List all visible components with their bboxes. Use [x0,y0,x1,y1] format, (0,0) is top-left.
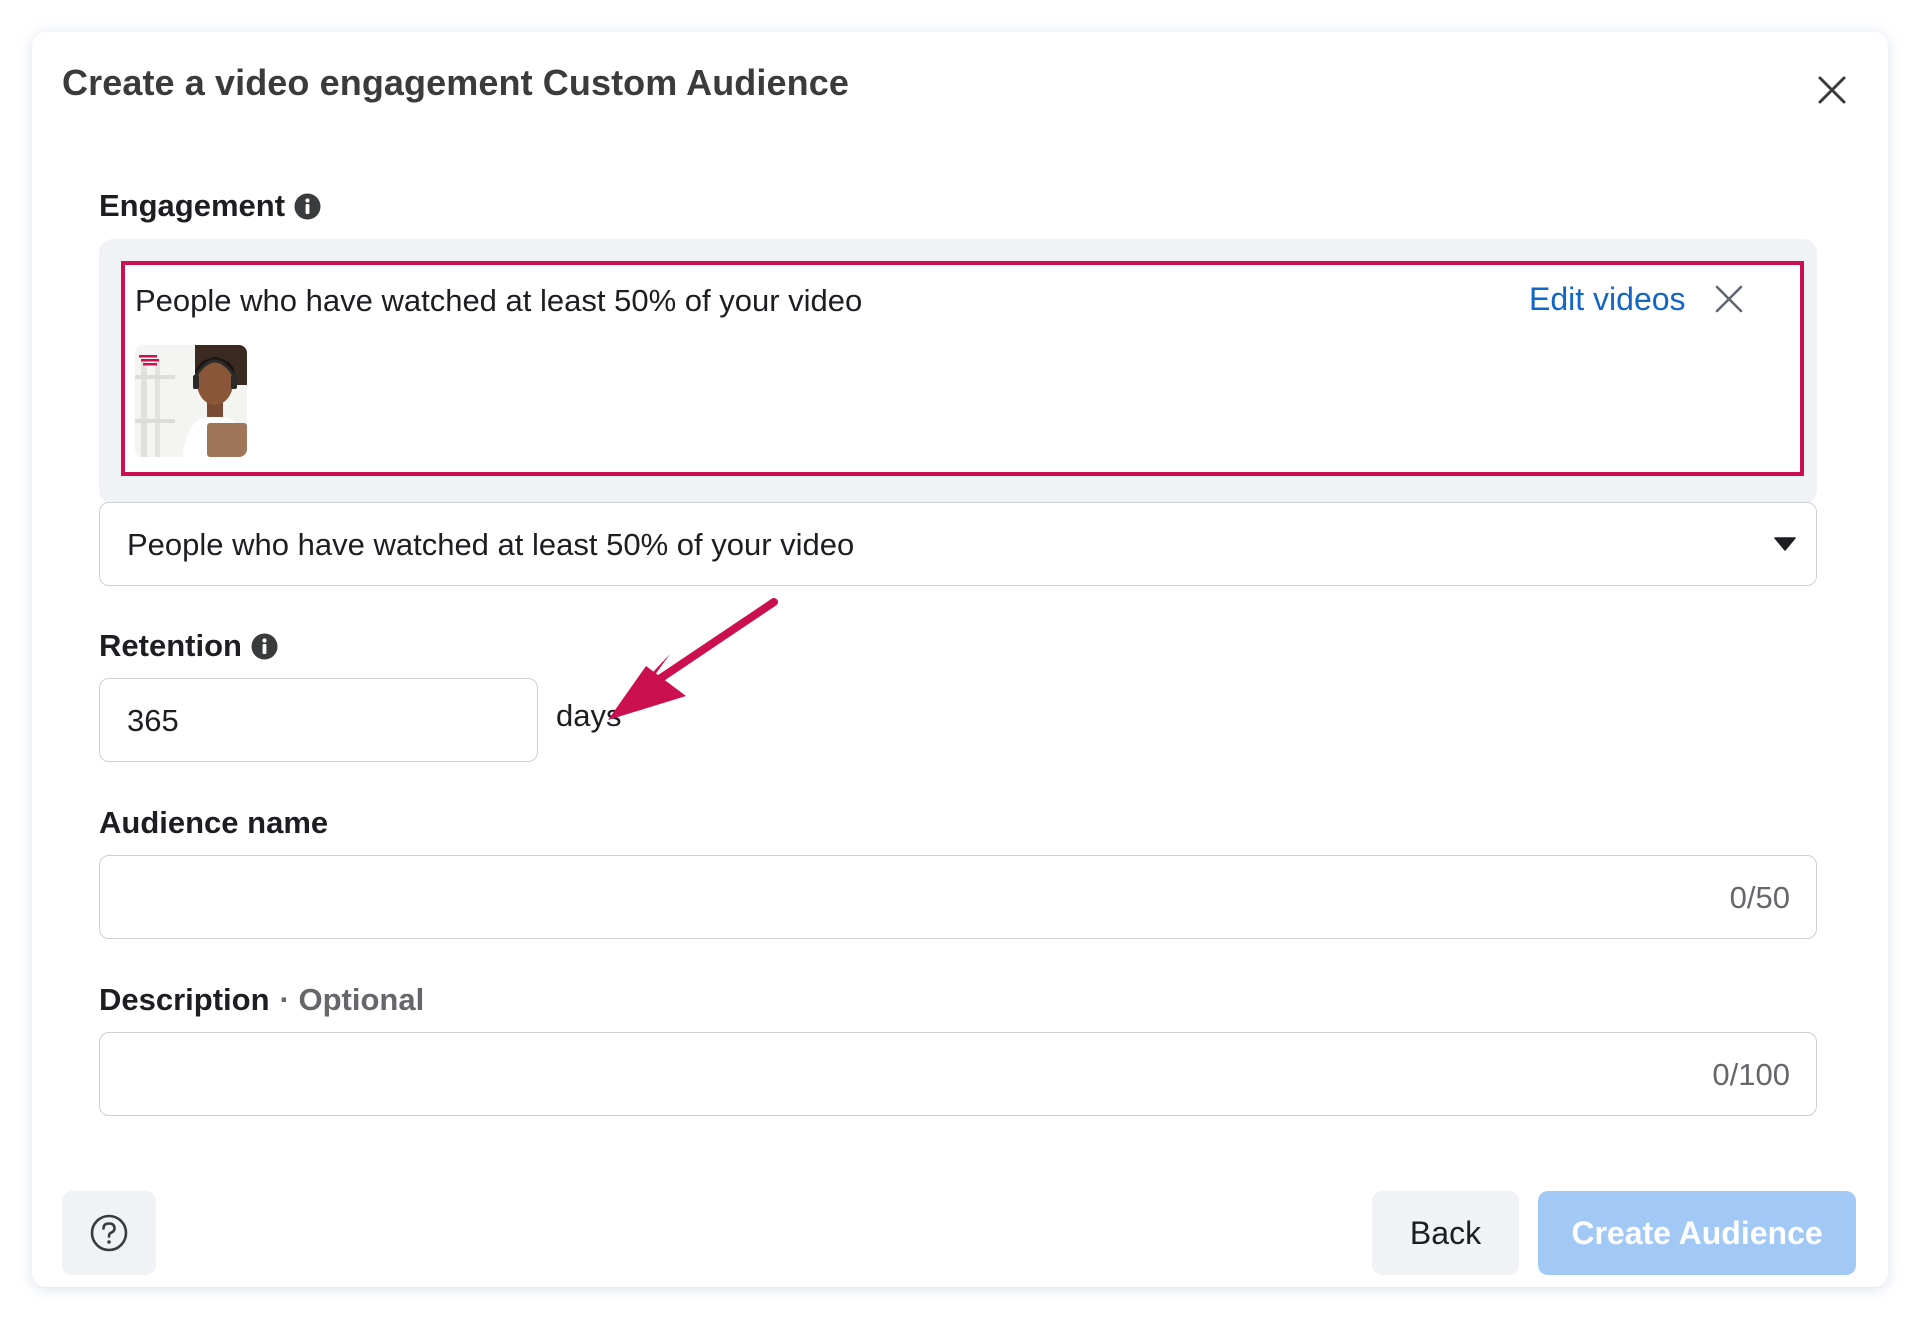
audience-name-input[interactable]: 0/50 [99,855,1817,939]
close-icon [1818,76,1846,104]
retention-days-input[interactable]: 365 [99,678,538,762]
create-audience-dialog: Create a video engagement Custom Audienc… [32,32,1888,1287]
engagement-label-text: Engagement [99,188,286,223]
question-circle-icon [90,1214,128,1252]
info-icon[interactable] [294,193,321,220]
info-icon[interactable] [251,633,278,660]
engagement-rule-text: People who have watched at least 50% of … [135,283,863,318]
close-icon [1715,285,1743,313]
help-button[interactable] [62,1191,156,1275]
retention-days-value: 365 [127,703,179,738]
retention-label-text: Retention [99,628,242,663]
description-input[interactable]: 0/100 [99,1032,1817,1116]
engagement-panel: People who have watched at least 50% of … [99,239,1817,504]
create-audience-button[interactable]: Create Audience [1538,1191,1856,1275]
description-counter: 0/100 [1712,1057,1790,1092]
description-label: Description · Optional [99,982,424,1018]
retention-label: Retention [99,628,278,664]
dialog-title: Create a video engagement Custom Audienc… [62,62,849,103]
description-label-text: Description [99,982,270,1017]
back-button[interactable]: Back [1372,1191,1519,1275]
edit-videos-link[interactable]: Edit videos [1529,281,1686,318]
video-thumbnail [135,345,247,457]
optional-label: · Optional [279,982,425,1017]
audience-name-counter: 0/50 [1729,880,1790,915]
engagement-type-select[interactable]: People who have watched at least 50% of … [99,502,1817,586]
engagement-type-selected: People who have watched at least 50% of … [127,527,855,562]
close-dialog-button[interactable] [1804,62,1860,118]
audience-name-label: Audience name [99,805,328,841]
remove-rule-button[interactable] [1711,281,1747,317]
arrow-annotation [608,598,778,720]
audience-name-label-text: Audience name [99,805,329,840]
engagement-label: Engagement [99,188,321,224]
engagement-rule-card: People who have watched at least 50% of … [121,261,1804,476]
caret-down-icon [1774,537,1796,551]
